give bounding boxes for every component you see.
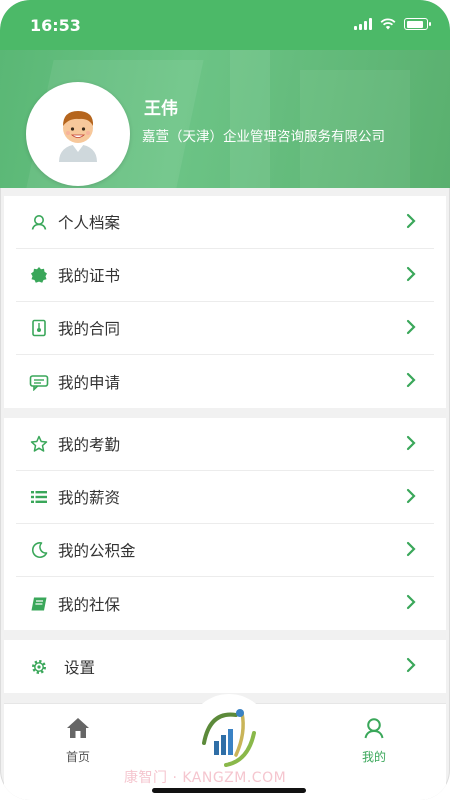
brand-logo-icon	[202, 709, 256, 767]
menu-label: 个人档案	[58, 214, 121, 232]
tab-mine[interactable]: 我的	[344, 716, 404, 765]
application-chat-icon	[28, 371, 50, 393]
person-outline-icon	[28, 211, 50, 233]
menu-label: 设置	[64, 658, 96, 677]
status-icons	[354, 18, 431, 30]
menu-group-records: 个人档案 我的证书 我的合同 我的申请	[4, 196, 446, 408]
book-icon	[28, 593, 50, 615]
tab-home-label: 首页	[65, 750, 90, 764]
signal-icon	[354, 18, 372, 30]
menu-item-profile[interactable]: 个人档案	[16, 196, 434, 249]
home-indicator	[152, 788, 306, 793]
home-icon	[67, 718, 89, 738]
center-logo[interactable]	[187, 694, 271, 778]
menu-label: 我的证书	[58, 267, 121, 285]
menu-label: 我的社保	[58, 595, 121, 614]
menu-group-benefits: 我的考勤 我的薪资 我的公积金 我的社保	[4, 418, 446, 630]
menu-item-salary[interactable]: 我的薪资	[16, 471, 434, 524]
menu-label: 我的薪资	[58, 489, 121, 507]
contract-document-icon	[28, 317, 50, 339]
list-icon	[28, 486, 50, 508]
menu-label: 我的公积金	[58, 542, 136, 560]
avatar-boy-icon	[59, 111, 97, 162]
menu-label: 我的合同	[58, 320, 121, 338]
menu-label: 我的申请	[58, 373, 121, 392]
gear-icon	[28, 656, 50, 678]
menu-label: 我的考勤	[58, 436, 121, 454]
chevron-right-icon	[406, 435, 416, 451]
wifi-icon	[380, 18, 396, 30]
menu-item-certificates[interactable]: 我的证书	[16, 249, 434, 302]
menu-item-settings[interactable]: 设置	[16, 640, 434, 693]
chevron-right-icon	[406, 372, 416, 388]
company-name: 嘉萱（天津）企业管理咨询服务有限公司	[142, 129, 385, 145]
status-time: 16:53	[30, 16, 81, 35]
avatar[interactable]	[26, 82, 130, 186]
menu-item-attendance[interactable]: 我的考勤	[16, 418, 434, 471]
tab-home[interactable]: 首页	[48, 716, 108, 765]
battery-icon	[404, 18, 431, 30]
user-name: 王伟	[144, 99, 178, 119]
profile-header: 王伟 嘉萱（天津）企业管理咨询服务有限公司	[0, 50, 450, 188]
moon-icon	[28, 539, 50, 561]
certificate-badge-icon	[28, 264, 50, 286]
chevron-right-icon	[406, 488, 416, 504]
status-bar: 16:53	[0, 0, 450, 50]
chevron-right-icon	[406, 319, 416, 335]
chevron-right-icon	[406, 213, 416, 229]
menu-item-housing-fund[interactable]: 我的公积金	[16, 524, 434, 577]
tab-mine-label: 我的	[361, 750, 386, 764]
chevron-right-icon	[406, 657, 416, 673]
menu-item-contracts[interactable]: 我的合同	[16, 302, 434, 355]
chevron-right-icon	[406, 594, 416, 610]
menu-item-social-insurance[interactable]: 我的社保	[16, 577, 434, 630]
person-outline-icon	[364, 718, 384, 739]
bottom-tab-bar: 首页 我的 康智门 · KANGZM.COM	[4, 694, 446, 800]
star-outline-icon	[28, 433, 50, 455]
chevron-right-icon	[406, 266, 416, 282]
menu-group-settings: 设置	[4, 640, 446, 693]
phone-screen: 16:53 王伟 嘉萱（天津）企业管理咨询服务有限公司 个人档案 我的证书 我的…	[0, 0, 450, 800]
chevron-right-icon	[406, 541, 416, 557]
menu-item-applications[interactable]: 我的申请	[16, 355, 434, 408]
watermark: 康智门 · KANGZM.COM	[124, 770, 287, 786]
